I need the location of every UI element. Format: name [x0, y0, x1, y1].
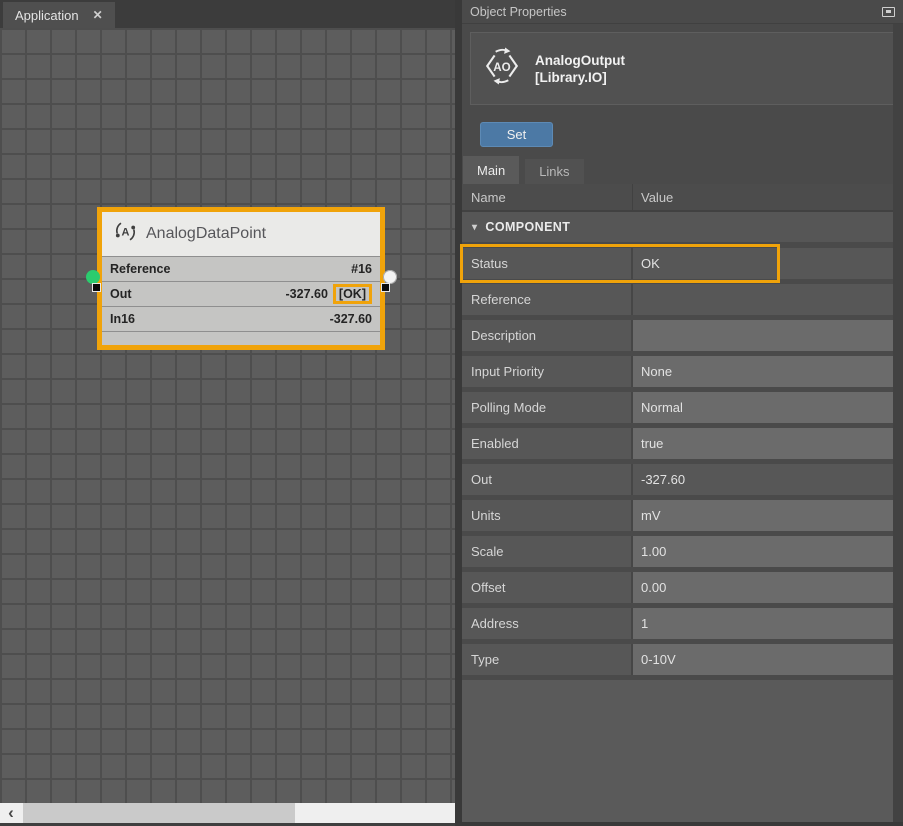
table-row-address[interactable]: Address 1	[462, 608, 893, 639]
analog-datapoint-node[interactable]: A AnalogDataPoint Reference #16 Out -327…	[97, 207, 385, 350]
table-row-input-priority[interactable]: Input Priority None	[462, 356, 893, 387]
scroll-left-arrow-icon[interactable]: ‹	[0, 803, 22, 823]
analog-datapoint-icon: A	[114, 220, 137, 248]
set-button[interactable]: Set	[480, 122, 553, 147]
output-connector-dot[interactable]	[383, 270, 397, 284]
object-summary-card: AO AnalogOutput [Library.IO]	[470, 32, 895, 105]
dock-panel-icon[interactable]	[882, 7, 895, 17]
analog-output-icon: AO	[483, 47, 521, 90]
table-row-enabled[interactable]: Enabled true	[462, 428, 893, 459]
selection-handle-right[interactable]	[381, 283, 390, 292]
table-row-description[interactable]: Description	[462, 320, 893, 351]
editor-tab-bar: Application ✕	[0, 0, 455, 28]
svg-text:AO: AO	[493, 61, 510, 74]
panel-title: Object Properties	[470, 5, 567, 19]
table-row-type[interactable]: Type 0-10V	[462, 644, 893, 675]
tab-application-label: Application	[15, 8, 79, 23]
node-footer	[102, 331, 380, 345]
node-row-out[interactable]: Out -327.60[OK]	[102, 281, 380, 306]
node-row-reference[interactable]: Reference #16	[102, 256, 380, 281]
tab-application[interactable]: Application ✕	[3, 2, 115, 28]
tab-links[interactable]: Links	[525, 159, 583, 184]
scrollbar-thumb[interactable]	[23, 803, 295, 823]
svg-text:A: A	[122, 227, 130, 239]
status-ok-badge: [OK]	[333, 284, 372, 304]
column-header-value: Value	[633, 184, 893, 210]
properties-tabs: Main Links	[463, 155, 584, 184]
properties-table: Name Value ▾ COMPONENT Status OK Referen…	[462, 184, 893, 680]
table-row-out[interactable]: Out -327.60	[462, 464, 893, 495]
object-properties-panel: Object Properties AO AnalogOutput [Libra…	[462, 0, 903, 822]
node-header[interactable]: A AnalogDataPoint	[102, 212, 380, 256]
node-row-in16[interactable]: In16 -327.60	[102, 306, 380, 331]
table-header: Name Value	[462, 184, 893, 212]
node-row-value: -327.60	[330, 312, 372, 326]
group-label: COMPONENT	[485, 220, 570, 234]
diagram-editor-region: Application ✕ A AnalogDataPoint Refe	[0, 0, 455, 826]
object-name: AnalogOutput	[535, 52, 625, 69]
group-component[interactable]: ▾ COMPONENT	[462, 212, 893, 242]
panel-header: Object Properties	[462, 0, 903, 24]
panel-right-gutter	[893, 24, 903, 822]
node-row-value: #16	[351, 262, 372, 276]
horizontal-scrollbar[interactable]: ‹	[0, 803, 455, 823]
column-header-name: Name	[462, 184, 633, 210]
selection-handle-left[interactable]	[92, 283, 101, 292]
table-row-reference[interactable]: Reference	[462, 284, 893, 315]
node-title: AnalogDataPoint	[146, 225, 266, 243]
node-row-name: Reference	[110, 262, 170, 276]
table-row-offset[interactable]: Offset 0.00	[462, 572, 893, 603]
input-connector-dot[interactable]	[86, 270, 100, 284]
close-icon[interactable]: ✕	[93, 8, 103, 22]
panel-empty-area	[462, 680, 893, 822]
node-row-value: -327.60[OK]	[286, 287, 372, 301]
table-row-status[interactable]: Status OK	[462, 248, 893, 279]
node-row-name: In16	[110, 312, 135, 326]
diagram-canvas[interactable]: A AnalogDataPoint Reference #16 Out -327…	[0, 28, 455, 803]
tab-main[interactable]: Main	[463, 156, 519, 184]
chevron-down-icon: ▾	[472, 222, 477, 233]
table-row-scale[interactable]: Scale 1.00	[462, 536, 893, 567]
node-row-name: Out	[110, 287, 132, 301]
table-row-units[interactable]: Units mV	[462, 500, 893, 531]
object-library: [Library.IO]	[535, 69, 625, 86]
table-row-polling-mode[interactable]: Polling Mode Normal	[462, 392, 893, 423]
